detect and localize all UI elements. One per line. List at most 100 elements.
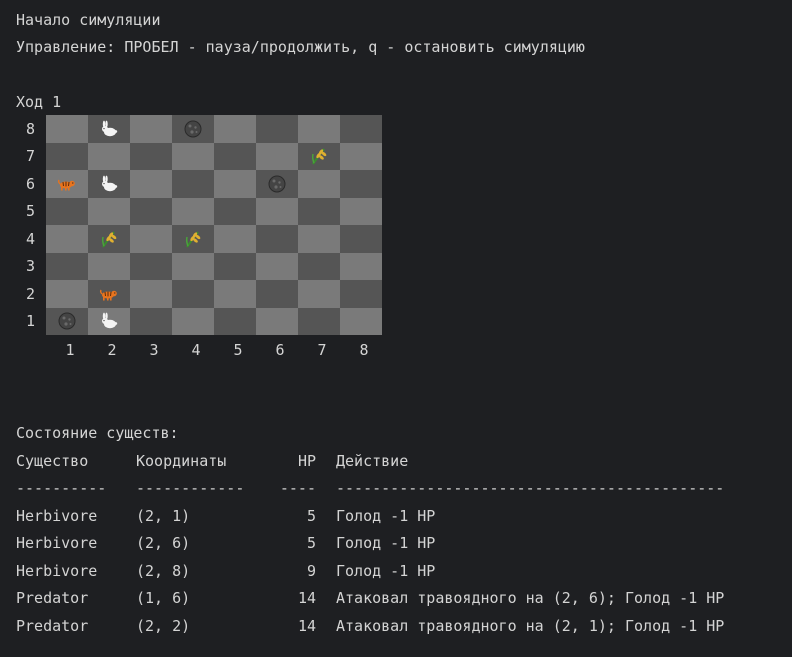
board-cell — [298, 225, 340, 253]
creature-type: Predator — [16, 617, 89, 635]
column-header-action: Действие — [336, 452, 409, 470]
creature-action: Голод -1 HP — [336, 507, 436, 525]
creature-action: Голод -1 HP — [336, 562, 436, 580]
board-col-label: 4 — [191, 341, 201, 359]
board-col-label: 5 — [233, 341, 243, 359]
tiger-icon — [88, 280, 130, 308]
board-cell — [256, 225, 298, 253]
board-cell — [298, 280, 340, 308]
board-col-label: 6 — [275, 341, 285, 359]
board-cell — [298, 197, 340, 225]
board-cell — [340, 115, 382, 143]
board-cell — [214, 307, 256, 335]
board-cell — [214, 280, 256, 308]
board-cell — [256, 142, 298, 170]
board-cell — [130, 280, 172, 308]
rock-icon — [172, 115, 214, 143]
board-cell — [340, 280, 382, 308]
board-cell — [46, 115, 88, 143]
grass-icon — [298, 143, 340, 171]
board-cell — [214, 142, 256, 170]
board-cell — [340, 307, 382, 335]
board-cell — [130, 170, 172, 198]
board-cell — [298, 170, 340, 198]
rock-icon — [46, 308, 88, 336]
board-col-label: 1 — [65, 341, 75, 359]
creature-coords: (2, 8) — [136, 562, 191, 580]
simulation-board — [46, 115, 382, 335]
board-cell — [298, 115, 340, 143]
board-cell — [130, 307, 172, 335]
creature-hp: 5 — [306, 507, 316, 525]
rabbit-icon — [88, 308, 130, 336]
creature-hp: 5 — [306, 534, 316, 552]
board-cell — [130, 142, 172, 170]
board-row-label: 8 — [26, 120, 36, 138]
board-cell — [256, 115, 298, 143]
board-cell — [214, 115, 256, 143]
board-cell — [256, 197, 298, 225]
board-cell — [172, 197, 214, 225]
separator-action: ----------------------------------------… — [336, 479, 725, 497]
grass-icon — [88, 225, 130, 253]
board-row-label: 3 — [26, 257, 36, 275]
separator-creature: ---------- — [16, 479, 107, 497]
board-cell — [46, 142, 88, 170]
board-cell — [214, 252, 256, 280]
creature-hp: 14 — [297, 589, 316, 607]
rock-icon — [256, 170, 298, 198]
creature-coords: (2, 2) — [136, 617, 191, 635]
board-cell — [172, 307, 214, 335]
grass-icon — [172, 225, 214, 253]
board-cell — [130, 252, 172, 280]
board-cell — [340, 142, 382, 170]
column-header-coords: Координаты — [136, 452, 227, 470]
board-col-label: 7 — [317, 341, 327, 359]
board-row-label: 6 — [26, 175, 36, 193]
board-cell — [88, 142, 130, 170]
separator-coords: ------------ — [136, 479, 245, 497]
board-row-label: 4 — [26, 230, 36, 248]
board-cell — [130, 115, 172, 143]
board-cell — [340, 225, 382, 253]
board-cell — [46, 225, 88, 253]
board-row-label: 1 — [26, 312, 36, 330]
board-col-label: 8 — [359, 341, 369, 359]
board-cell — [46, 252, 88, 280]
board-cell — [214, 197, 256, 225]
creature-action: Атаковал травоядного на (2, 6); Голод -1… — [336, 589, 725, 607]
creature-action: Атаковал травоядного на (2, 1); Голод -1… — [336, 617, 725, 635]
board-cell — [88, 252, 130, 280]
board-cell — [172, 142, 214, 170]
board-cell — [298, 307, 340, 335]
board-cell — [256, 280, 298, 308]
column-header-hp: HP — [297, 452, 316, 470]
controls-hint-text: Управление: ПРОБЕЛ - пауза/продолжить, q… — [16, 38, 585, 56]
creature-action: Голод -1 HP — [336, 534, 436, 552]
board-col-label: 2 — [107, 341, 117, 359]
board-cell — [340, 197, 382, 225]
creature-type: Herbivore — [16, 507, 98, 525]
board-cell — [298, 252, 340, 280]
board-cell — [130, 197, 172, 225]
status-title: Состояние существ: — [16, 424, 179, 442]
creature-hp: 14 — [297, 617, 316, 635]
rabbit-icon — [88, 115, 130, 143]
board-col-label: 3 — [149, 341, 159, 359]
board-cell — [256, 252, 298, 280]
board-cell — [340, 252, 382, 280]
board-row-label: 5 — [26, 202, 36, 220]
board-cell — [130, 225, 172, 253]
turn-label: Ход 1 — [16, 93, 62, 111]
board-cell — [214, 225, 256, 253]
separator-hp: ---- — [279, 479, 316, 497]
creature-type: Predator — [16, 589, 89, 607]
tiger-icon — [46, 170, 88, 198]
creature-type: Herbivore — [16, 562, 98, 580]
board-cell — [172, 252, 214, 280]
creature-coords: (2, 1) — [136, 507, 191, 525]
creature-coords: (1, 6) — [136, 589, 191, 607]
creature-type: Herbivore — [16, 534, 98, 552]
creature-coords: (2, 6) — [136, 534, 191, 552]
board-cell — [256, 307, 298, 335]
